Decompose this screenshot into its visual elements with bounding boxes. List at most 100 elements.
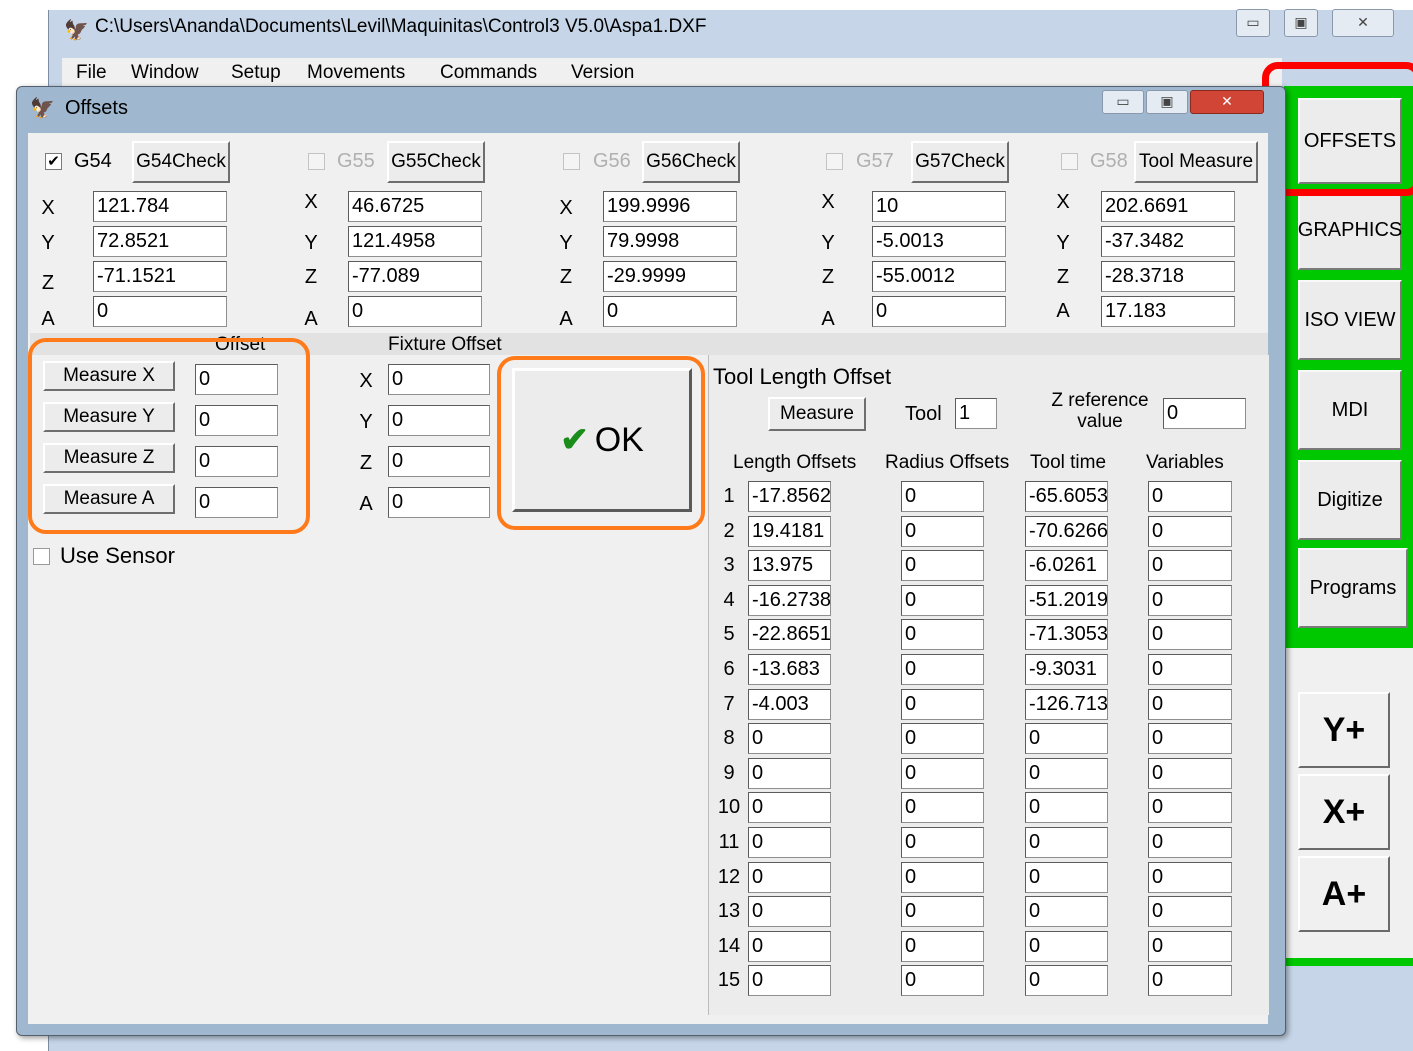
tool-measure-small-button[interactable]: Measure [768, 397, 866, 431]
variable-field[interactable]: 0 [1148, 862, 1232, 893]
radius-offset-field[interactable]: 0 [901, 931, 984, 962]
tool-number-field[interactable]: 1 [955, 398, 997, 429]
fixture-x-field[interactable]: 0 [388, 364, 490, 395]
variable-field[interactable]: 0 [1148, 931, 1232, 962]
radius-offset-field[interactable]: 0 [901, 723, 984, 754]
radius-offset-field[interactable]: 0 [901, 654, 984, 685]
mdi-button[interactable]: MDI [1298, 370, 1402, 450]
variable-field[interactable]: 0 [1148, 723, 1232, 754]
programs-button[interactable]: Programs [1298, 548, 1408, 628]
tool-time-field[interactable]: -6.0261 [1025, 550, 1108, 581]
variable-field[interactable]: 0 [1148, 758, 1232, 789]
length-offset-field[interactable]: -22.8651 [748, 619, 831, 650]
tool-time-field[interactable]: 0 [1025, 792, 1108, 823]
length-offset-field[interactable]: -17.8562 [748, 481, 831, 512]
length-offset-field[interactable]: -13.683 [748, 654, 831, 685]
tool-time-field[interactable]: 0 [1025, 965, 1108, 996]
fixture-y-field[interactable]: 0 [388, 405, 490, 436]
length-offset-field[interactable]: -16.2738 [748, 585, 831, 616]
variable-field[interactable]: 0 [1148, 654, 1232, 685]
tool-time-field[interactable]: 0 [1025, 723, 1108, 754]
tool-time-field[interactable]: 0 [1025, 931, 1108, 962]
variable-field[interactable]: 0 [1148, 619, 1232, 650]
g57-x-field[interactable]: 10 [872, 191, 1006, 222]
radius-offset-field[interactable]: 0 [901, 585, 984, 616]
g56-z-field[interactable]: -29.9999 [603, 261, 737, 292]
length-offset-field[interactable]: -4.003 [748, 689, 831, 720]
menu-version[interactable]: Version [571, 62, 634, 84]
menu-window[interactable]: Window [131, 62, 199, 84]
minimize-icon[interactable]: ▭ [1236, 9, 1270, 37]
g55-x-field[interactable]: 46.6725 [348, 191, 482, 222]
radius-offset-field[interactable]: 0 [901, 550, 984, 581]
variable-field[interactable]: 0 [1148, 965, 1232, 996]
length-offset-field[interactable]: 0 [748, 758, 831, 789]
variable-field[interactable]: 0 [1148, 827, 1232, 858]
fixture-z-field[interactable]: 0 [388, 446, 490, 477]
radius-offset-field[interactable]: 0 [901, 516, 984, 547]
fixture-a-field[interactable]: 0 [388, 487, 490, 518]
g54-y-field[interactable]: 72.8521 [93, 226, 227, 257]
tool-measure-button[interactable]: Tool Measure [1134, 141, 1258, 183]
g54-z-field[interactable]: -71.1521 [93, 261, 227, 292]
g54-checkbox[interactable]: ✔ [45, 153, 62, 170]
g58-z-field[interactable]: -28.3718 [1101, 261, 1235, 292]
g58-x-field[interactable]: 202.6691 [1101, 191, 1235, 222]
length-offset-field[interactable]: 13.975 [748, 550, 831, 581]
radius-offset-field[interactable]: 0 [901, 896, 984, 927]
g58-y-field[interactable]: -37.3482 [1101, 226, 1235, 257]
length-offset-field[interactable]: 19.4181 [748, 516, 831, 547]
dialog-minimize-icon[interactable]: ▭ [1102, 90, 1144, 114]
g55-check-button[interactable]: G55Check [387, 141, 485, 183]
tool-time-field[interactable]: 0 [1025, 758, 1108, 789]
g57-checkbox[interactable] [826, 153, 843, 170]
tool-time-field[interactable]: -65.6053 [1025, 481, 1108, 512]
g55-z-field[interactable]: -77.089 [348, 261, 482, 292]
tool-time-field[interactable]: -70.6266 [1025, 516, 1108, 547]
z-reference-field[interactable]: 0 [1163, 398, 1246, 429]
variable-field[interactable]: 0 [1148, 481, 1232, 512]
radius-offset-field[interactable]: 0 [901, 689, 984, 720]
dialog-maximize-icon[interactable]: ▣ [1146, 90, 1188, 114]
g57-z-field[interactable]: -55.0012 [872, 261, 1006, 292]
g54-x-field[interactable]: 121.784 [93, 191, 227, 222]
g55-checkbox[interactable] [308, 153, 325, 170]
jog-x-plus-button[interactable]: X+ [1298, 774, 1390, 850]
length-offset-field[interactable]: 0 [748, 965, 831, 996]
g56-y-field[interactable]: 79.9998 [603, 226, 737, 257]
tool-time-field[interactable]: 0 [1025, 827, 1108, 858]
length-offset-field[interactable]: 0 [748, 896, 831, 927]
menu-commands[interactable]: Commands [440, 62, 537, 84]
g56-a-field[interactable]: 0 [603, 296, 737, 327]
radius-offset-field[interactable]: 0 [901, 481, 984, 512]
variable-field[interactable]: 0 [1148, 689, 1232, 720]
radius-offset-field[interactable]: 0 [901, 792, 984, 823]
menu-setup[interactable]: Setup [231, 62, 281, 84]
g54-a-field[interactable]: 0 [93, 296, 227, 327]
dialog-close-icon[interactable]: ✕ [1190, 90, 1264, 114]
jog-a-plus-button[interactable]: A+ [1298, 856, 1390, 932]
menu-movements[interactable]: Movements [307, 62, 405, 84]
g58-checkbox[interactable] [1061, 153, 1078, 170]
radius-offset-field[interactable]: 0 [901, 965, 984, 996]
tool-time-field[interactable]: 0 [1025, 862, 1108, 893]
graphics-button[interactable]: GRAPHICS [1298, 190, 1402, 270]
jog-y-plus-button[interactable]: Y+ [1298, 692, 1390, 768]
g55-y-field[interactable]: 121.4958 [348, 226, 482, 257]
g56-x-field[interactable]: 199.9996 [603, 191, 737, 222]
g57-check-button[interactable]: G57Check [911, 141, 1009, 183]
variable-field[interactable]: 0 [1148, 896, 1232, 927]
digitize-button[interactable]: Digitize [1298, 460, 1402, 540]
variable-field[interactable]: 0 [1148, 550, 1232, 581]
tool-time-field[interactable]: -51.2019 [1025, 585, 1108, 616]
tool-time-field[interactable]: -126.713! [1025, 689, 1108, 720]
maximize-icon[interactable]: ▣ [1284, 9, 1318, 37]
length-offset-field[interactable]: 0 [748, 931, 831, 962]
radius-offset-field[interactable]: 0 [901, 619, 984, 650]
variable-field[interactable]: 0 [1148, 585, 1232, 616]
g54-check-button[interactable]: G54Check [132, 141, 230, 183]
use-sensor-checkbox[interactable] [33, 548, 50, 565]
iso-view-button[interactable]: ISO VIEW [1298, 280, 1402, 360]
g57-y-field[interactable]: -5.0013 [872, 226, 1006, 257]
radius-offset-field[interactable]: 0 [901, 827, 984, 858]
